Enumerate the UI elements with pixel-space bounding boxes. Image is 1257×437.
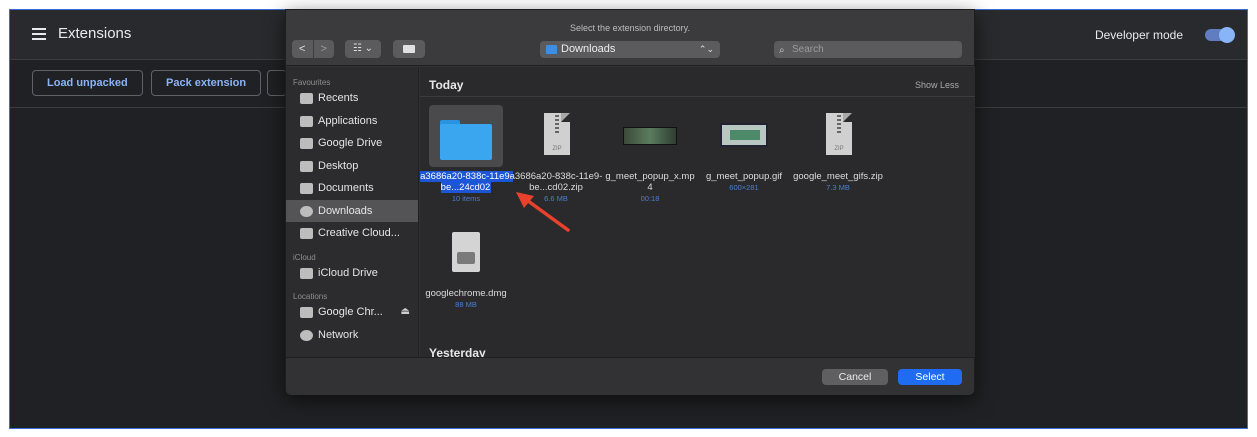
toggle-knob bbox=[1219, 27, 1235, 43]
sidebar-item-downloads[interactable]: Downloads bbox=[286, 199, 418, 222]
file-thumbnail bbox=[613, 105, 687, 167]
sidebar-item-documents[interactable]: Documents bbox=[286, 177, 418, 200]
file-meta: 00:18 bbox=[640, 194, 660, 203]
developer-mode-label: Developer mode bbox=[1094, 28, 1183, 42]
sidebar-item-label: Applications bbox=[318, 114, 378, 127]
new-folder-button[interactable] bbox=[393, 40, 425, 58]
sidebar-item-google-drive[interactable]: Google Drive bbox=[286, 132, 418, 155]
annotation-arrow-icon bbox=[516, 192, 570, 232]
recents-icon bbox=[300, 93, 313, 104]
hamburger-menu-icon[interactable] bbox=[32, 28, 46, 40]
file-name: google_meet_gifs.zip bbox=[793, 171, 883, 182]
select-button[interactable]: Select bbox=[898, 369, 962, 385]
applications-icon bbox=[300, 115, 313, 127]
sidebar-item-label: Documents bbox=[318, 182, 374, 194]
sidebar-item-network[interactable]: Network bbox=[286, 324, 418, 347]
search-icon: ⌕ bbox=[779, 45, 785, 56]
sidebar-item-applications[interactable]: Applications bbox=[286, 110, 418, 133]
file-thumbnail bbox=[429, 222, 503, 284]
sidebar-item-google-chrome-disk[interactable]: Google Chr... ⏏ bbox=[286, 301, 418, 324]
sidebar-item-creative-cloud[interactable]: Creative Cloud... bbox=[286, 222, 418, 245]
location-value: Downloads bbox=[561, 43, 616, 55]
select-directory-dialog: Select the extension directory. < > ☷ ⌄ … bbox=[285, 9, 975, 395]
sidebar-item-label: Recents bbox=[318, 92, 359, 104]
file-meta: 7.3 MB bbox=[826, 183, 850, 192]
zip-file-icon: ZIP bbox=[826, 113, 852, 155]
sidebar-item-label: Downloads bbox=[318, 204, 373, 217]
back-button[interactable]: < bbox=[292, 40, 313, 58]
file-name: g_meet_popup.gif bbox=[705, 171, 783, 182]
view-mode-button[interactable]: ☷ ⌄ bbox=[345, 40, 381, 58]
folder-icon bbox=[300, 138, 313, 149]
folder-icon bbox=[300, 228, 313, 239]
file-name: a3686a20-838c-11e9-be...24cd02 bbox=[420, 171, 513, 193]
show-less-link[interactable]: Show Less bbox=[915, 80, 959, 90]
sidebar-item-desktop[interactable]: Desktop bbox=[286, 155, 418, 178]
sidebar-heading-locations: Locations bbox=[293, 292, 328, 301]
sidebar-item-label: Network bbox=[318, 328, 359, 341]
sidebar-item-recents[interactable]: Recents bbox=[286, 87, 418, 110]
finder-sidebar: Favourites Recents Applications Google D… bbox=[286, 67, 419, 357]
file-thumbnail bbox=[429, 105, 503, 167]
update-button[interactable] bbox=[267, 70, 287, 96]
section-header-today: Today Show Less bbox=[420, 73, 975, 97]
file-meta: 600×281 bbox=[729, 183, 759, 192]
sidebar-item-label: Google Drive bbox=[318, 137, 383, 149]
file-name: googlechrome.dmg bbox=[425, 288, 507, 299]
file-name: g_meet_popup_x.mp4 bbox=[605, 171, 695, 193]
zip-file-icon: ZIP bbox=[544, 113, 570, 155]
file-meta: 10 items bbox=[451, 194, 481, 203]
documents-icon bbox=[300, 183, 313, 194]
folder-icon bbox=[403, 45, 415, 53]
forward-button[interactable]: > bbox=[312, 40, 335, 58]
dialog-title: Select the extension directory. bbox=[570, 23, 690, 33]
sidebar-item-label: Desktop bbox=[318, 159, 359, 172]
file-item-zip[interactable]: ZIP google_meet_gifs.zip 7.3 MB bbox=[791, 105, 885, 192]
pack-extension-button[interactable]: Pack extension bbox=[151, 70, 262, 96]
sidebar-heading-icloud: iCloud bbox=[293, 252, 316, 262]
search-input[interactable]: ⌕ Search bbox=[774, 41, 962, 58]
eject-icon[interactable]: ⏏ bbox=[401, 301, 410, 324]
file-item-folder[interactable]: a3686a20-838c-11e9-be...24cd02 10 items bbox=[420, 105, 513, 203]
cloud-icon bbox=[300, 267, 313, 279]
dialog-footer: Cancel Select bbox=[286, 357, 974, 395]
sidebar-item-icloud-drive[interactable]: iCloud Drive bbox=[286, 262, 418, 285]
network-icon bbox=[300, 329, 313, 341]
file-thumbnail: ZIP bbox=[801, 105, 875, 167]
file-meta: 88 MB bbox=[455, 300, 477, 309]
page-title: Extensions bbox=[58, 25, 132, 42]
file-item-zip[interactable]: ZIP a3686a20-838c-11e9-be...cd02.zip 6.6… bbox=[509, 105, 603, 203]
downloads-icon bbox=[300, 205, 313, 217]
file-item-gif[interactable]: g_meet_popup.gif 600×281 bbox=[697, 105, 791, 192]
folder-icon bbox=[440, 120, 492, 160]
sidebar-item-label: Google Chr... bbox=[318, 306, 383, 318]
search-placeholder: Search bbox=[792, 44, 824, 55]
file-thumbnail bbox=[707, 105, 781, 167]
desktop-icon bbox=[300, 160, 313, 172]
developer-mode-toggle[interactable] bbox=[1205, 27, 1235, 43]
chevron-updown-icon: ⌃⌄ bbox=[698, 44, 714, 54]
cancel-button[interactable]: Cancel bbox=[822, 369, 888, 385]
dialog-header: Select the extension directory. < > ☷ ⌄ … bbox=[286, 10, 974, 66]
file-browser: Today Show Less a3686a20-838c-11e9-be...… bbox=[420, 67, 975, 357]
video-thumbnail-icon bbox=[623, 127, 677, 145]
section-title-yesterday: Yesterday bbox=[429, 346, 486, 357]
file-thumbnail: ZIP bbox=[519, 105, 593, 167]
location-dropdown[interactable]: Downloads ⌃⌄ bbox=[540, 41, 720, 58]
downloads-folder-icon bbox=[546, 45, 557, 54]
file-item-dmg[interactable]: googlechrome.dmg 88 MB bbox=[420, 222, 513, 309]
disk-image-icon bbox=[452, 232, 480, 272]
sidebar-item-label: iCloud Drive bbox=[318, 266, 378, 279]
sidebar-item-label: Creative Cloud... bbox=[318, 227, 400, 239]
sidebar-heading-favourites: Favourites bbox=[293, 78, 331, 87]
section-title-today: Today bbox=[429, 78, 464, 92]
gif-thumbnail-icon bbox=[720, 123, 768, 147]
load-unpacked-button[interactable]: Load unpacked bbox=[32, 70, 143, 96]
file-item-video[interactable]: g_meet_popup_x.mp4 00:18 bbox=[603, 105, 697, 203]
history-nav: < > bbox=[292, 40, 334, 58]
disk-icon bbox=[300, 307, 313, 318]
